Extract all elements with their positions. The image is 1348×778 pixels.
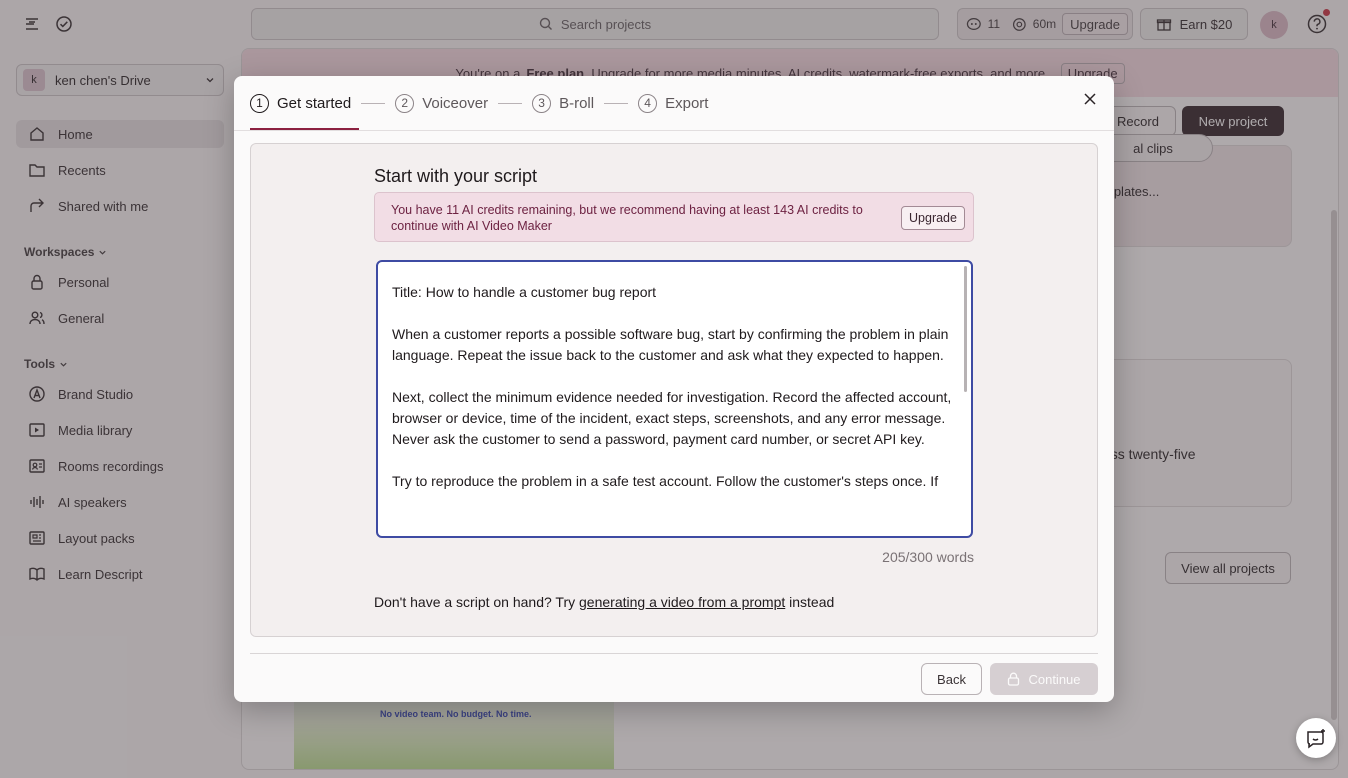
generate-from-prompt-link[interactable]: generating a video from a prompt bbox=[579, 594, 785, 610]
continue-button[interactable]: Continue bbox=[990, 663, 1098, 695]
script-paragraph: Title: How to handle a customer bug repo… bbox=[392, 284, 657, 300]
step-label: Export bbox=[665, 94, 709, 112]
assistant-button[interactable] bbox=[1296, 718, 1336, 758]
prompt-suggestion: Don't have a script on hand? Try generat… bbox=[374, 594, 834, 610]
script-paragraph: Next, collect the minimum evidence neede… bbox=[392, 389, 952, 447]
step-label: B-roll bbox=[559, 94, 595, 112]
script-paragraph: When a customer reports a possible softw… bbox=[392, 326, 949, 363]
step-divider bbox=[498, 102, 523, 104]
step-divider bbox=[604, 102, 629, 104]
step-get-started[interactable]: 1 Get started bbox=[250, 76, 360, 130]
prompt-suffix: instead bbox=[789, 594, 835, 610]
step-export[interactable]: 4 Export bbox=[638, 76, 708, 130]
script-paragraph: Try to reproduce the problem in a safe t… bbox=[392, 473, 939, 489]
script-panel: Start with your script You have 11 AI cr… bbox=[250, 143, 1098, 637]
credits-warning: You have 11 AI credits remaining, but we… bbox=[374, 192, 974, 242]
script-content: Title: How to handle a customer bug repo… bbox=[392, 282, 962, 513]
ai-video-maker-modal: 1 Get started 2 Voiceover 3 B-roll 4 Exp… bbox=[234, 76, 1114, 702]
back-button[interactable]: Back bbox=[921, 663, 982, 695]
modal-footer-divider bbox=[250, 653, 1098, 654]
credits-warning-text: You have 11 AI credits remaining, but we… bbox=[391, 203, 863, 233]
prompt-prefix: Don't have a script on hand? Try bbox=[374, 594, 576, 610]
step-label: Voiceover bbox=[422, 94, 489, 112]
word-count: 205/300 words bbox=[882, 549, 974, 565]
step-divider bbox=[361, 102, 386, 104]
script-scrollbar[interactable] bbox=[964, 266, 967, 392]
step-number: 1 bbox=[250, 93, 269, 113]
modal-header-divider bbox=[234, 130, 1114, 131]
warning-upgrade-button[interactable]: Upgrade bbox=[901, 206, 965, 230]
step-b-roll[interactable]: 3 B-roll bbox=[532, 76, 594, 130]
lock-icon bbox=[1008, 672, 1020, 686]
chat-bot-icon bbox=[1307, 729, 1325, 749]
modal-title: Start with your script bbox=[374, 166, 538, 186]
script-textarea[interactable]: Title: How to handle a customer bug repo… bbox=[376, 260, 973, 538]
step-number: 4 bbox=[638, 93, 658, 113]
close-icon[interactable] bbox=[1082, 91, 1098, 107]
stepper: 1 Get started 2 Voiceover 3 B-roll 4 Exp… bbox=[250, 76, 708, 130]
continue-label: Continue bbox=[1028, 671, 1081, 687]
step-voiceover[interactable]: 2 Voiceover bbox=[395, 76, 488, 130]
step-label: Get started bbox=[277, 94, 352, 112]
step-number: 3 bbox=[532, 93, 552, 113]
step-number: 2 bbox=[395, 93, 415, 113]
